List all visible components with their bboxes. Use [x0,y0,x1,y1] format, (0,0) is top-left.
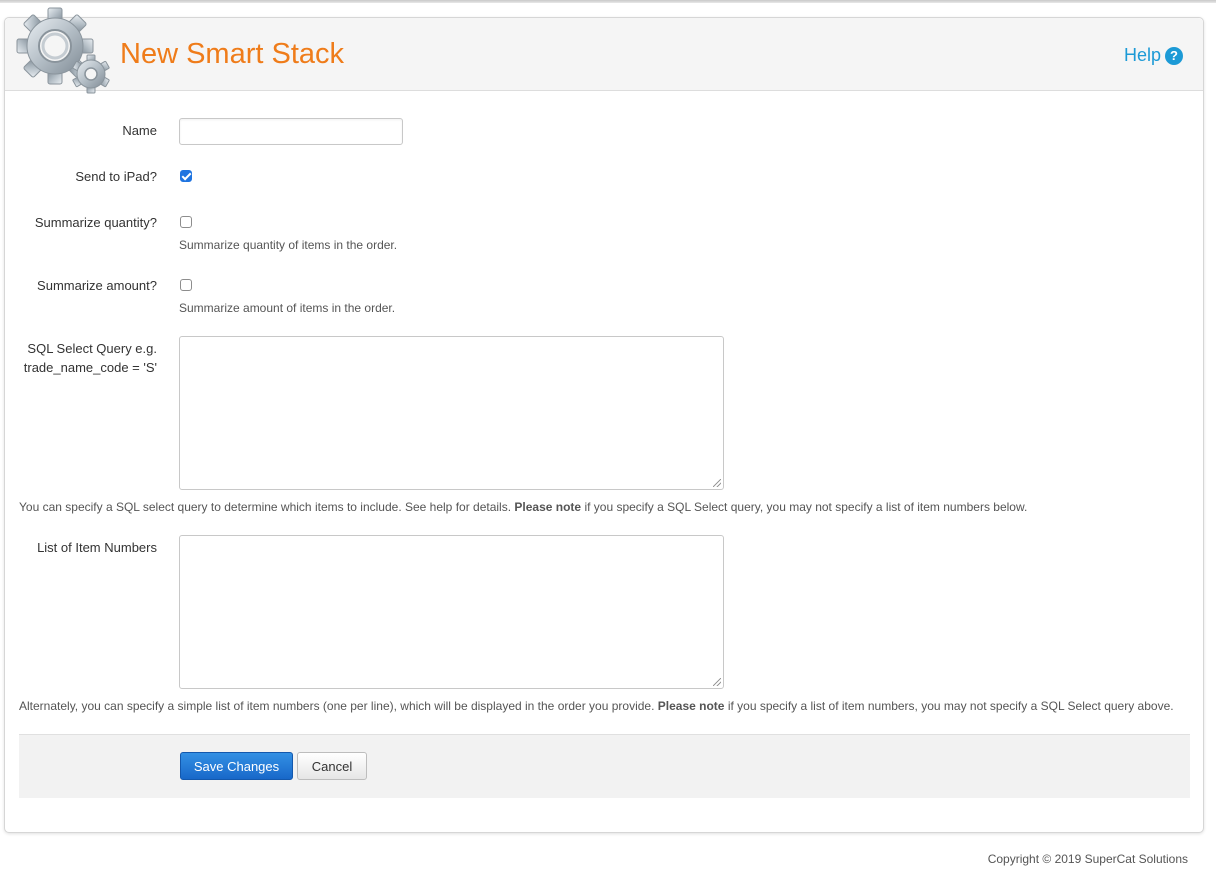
help-link[interactable]: Help ? [1124,45,1183,66]
sql-query-label-line2: trade_name_code = 'S' [23,360,157,375]
summarize-quantity-label: Summarize quantity? [34,215,157,230]
sql-note-text: You can specify a SQL select query to de… [19,500,512,514]
summarize-amount-hint: Summarize amount of items in the order. [179,301,396,315]
items-note-text-after: if you specify a list of item numbers, y… [727,699,1174,713]
save-changes-button[interactable]: Save Changes [180,752,293,780]
copyright-footer: Copyright © 2019 SuperCat Solutions [987,852,1188,866]
sql-query-note: You can specify a SQL select query to de… [19,500,1027,514]
summarize-quantity-hint: Summarize quantity of items in the order… [179,238,398,252]
name-label: Name [122,123,157,138]
resize-grip-icon[interactable] [713,678,721,686]
form-actions: Save Changes Cancel [19,734,1190,798]
send-to-ipad-label: Send to iPad? [75,169,157,184]
summarize-amount-checkbox[interactable] [180,279,192,291]
panel-header: New Smart Stack Help ? [5,7,1203,94]
sql-query-label-line1: SQL Select Query e.g. [27,341,157,356]
send-to-ipad-checkbox[interactable] [180,170,192,182]
items-note-emphasis: Please note [657,699,725,713]
cancel-button[interactable]: Cancel [297,752,367,780]
summarize-amount-label: Summarize amount? [37,278,157,293]
sql-note-emphasis: Please note [514,500,582,514]
question-circle-icon: ? [1165,46,1183,65]
gears-icon [16,7,110,94]
page-title: New Smart Stack [120,38,344,70]
form-panel: New Smart Stack Help ? Name Send to iPad… [4,7,1204,833]
sql-query-textarea[interactable] [179,336,724,490]
item-numbers-label: List of Item Numbers [37,540,157,555]
item-numbers-textarea[interactable] [179,535,724,689]
top-border [0,0,1216,3]
resize-grip-icon[interactable] [713,479,721,487]
summarize-quantity-checkbox[interactable] [180,216,192,228]
items-note-text: Alternately, you can specify a simple li… [19,699,655,713]
item-numbers-note: Alternately, you can specify a simple li… [19,699,1174,713]
help-label: Help [1123,45,1161,65]
name-input[interactable] [179,118,403,145]
sql-query-label: SQL Select Query e.g. trade_name_code = … [24,339,157,377]
sql-note-text-after: if you specify a SQL Select query, you m… [584,500,1028,514]
